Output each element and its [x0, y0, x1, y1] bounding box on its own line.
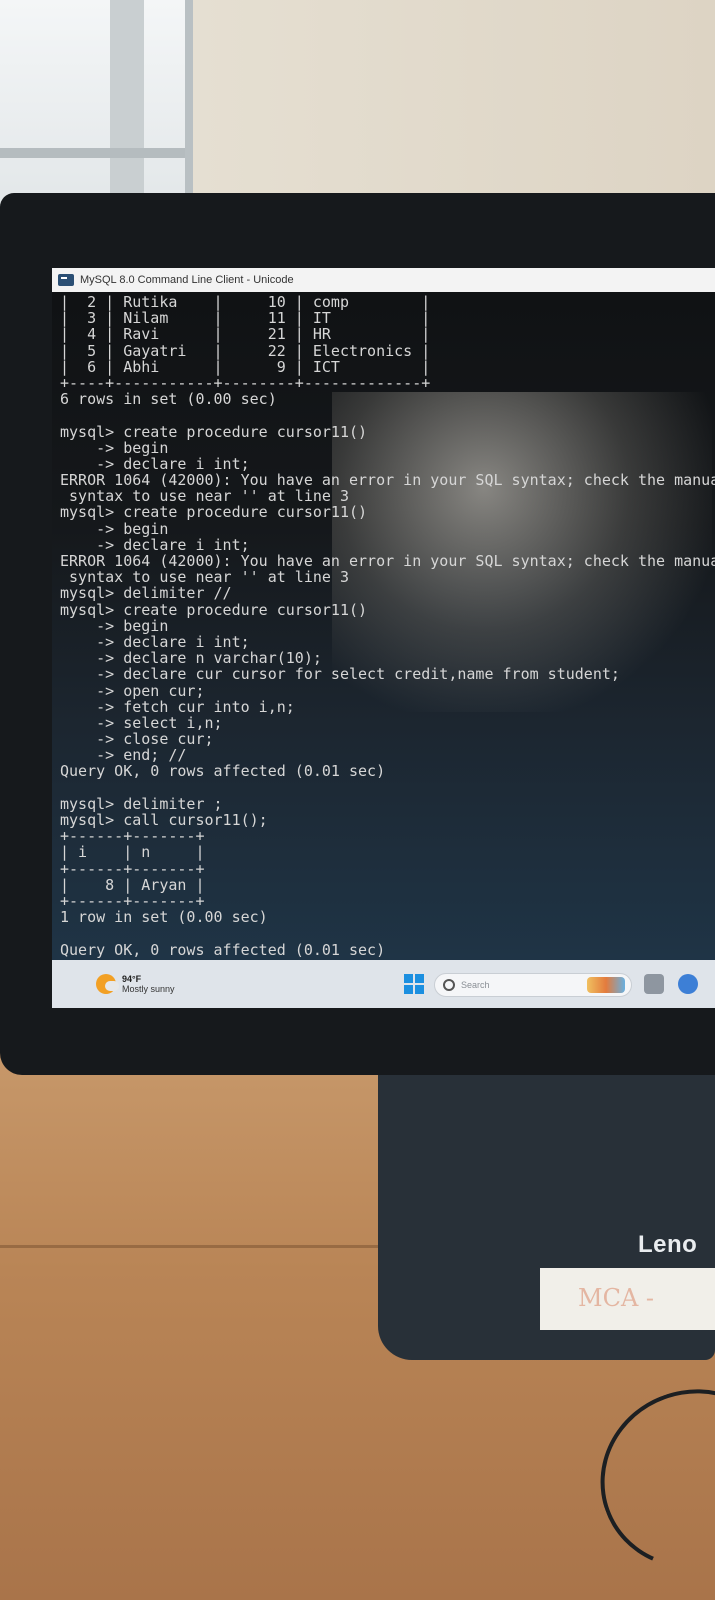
terminal-line: 1 row in set (0.00 sec) [60, 908, 268, 927]
terminal-line: mysql> delimiter // [60, 584, 232, 603]
terminal-line: Query OK, 0 rows affected (0.01 sec) [60, 940, 386, 959]
terminal-line: mysql> create procedure cursor11() [60, 600, 368, 619]
terminal-line: -> fetch cur into i,n; [60, 697, 295, 716]
terminal-line: -> select i,n; [60, 713, 223, 732]
window-title: MySQL 8.0 Command Line Client - Unicode [80, 274, 294, 286]
monitor-screen: MySQL 8.0 Command Line Client - Unicode … [52, 268, 715, 1008]
terminal-line: mysql> create procedure cursor11() [60, 503, 368, 522]
terminal-line: | 3 | Nilam | 11 | IT | [60, 309, 431, 328]
terminal-line: -> open cur; [60, 681, 205, 700]
search-highlight-art [587, 977, 625, 993]
weather-condition: Mostly sunny [122, 984, 175, 994]
chat-icon[interactable] [678, 974, 698, 994]
terminal-line: syntax to use near '' at line 3 [60, 487, 349, 506]
terminal-line: | 8 | Aryan | [60, 875, 205, 894]
terminal-console[interactable]: | 2 | Rutika | 10 | comp | | 3 | Nilam | … [52, 292, 715, 990]
terminal-line: Query OK, 0 rows affected (0.01 sec) [60, 762, 386, 781]
terminal-line: -> declare i int; [60, 632, 250, 651]
start-icon[interactable] [404, 974, 424, 994]
terminal-line: mysql> create procedure cursor11() [60, 422, 368, 441]
monitor-brand-logo: Leno [638, 1231, 698, 1258]
terminal-line: +----+-----------+--------+-------------… [60, 373, 431, 392]
terminal-line: -> declare cur cursor for select credit,… [60, 665, 620, 684]
terminal-line: mysql> call cursor11(); [60, 811, 268, 829]
terminal-line: -> begin [60, 616, 169, 635]
terminal-line: -> begin [60, 438, 169, 457]
terminal-line: +------+-------+ [60, 891, 205, 910]
terminal-output: | 2 | Rutika | 10 | comp | | 3 | Nilam | … [60, 294, 715, 990]
mysql-console-icon [58, 274, 74, 286]
weather-widget[interactable]: 94°F Mostly sunny [96, 974, 175, 994]
terminal-line: | 2 | Rutika | 10 | comp | [60, 293, 431, 311]
terminal-line: mysql> delimiter ; [60, 794, 223, 813]
terminal-line: | 6 | Abhi | 9 | ICT | [60, 357, 431, 376]
terminal-line: ERROR 1064 (42000): You have an error in… [60, 471, 715, 490]
terminal-line: -> end; // [60, 746, 187, 765]
taskbar: 94°F Mostly sunny Search [52, 960, 715, 1008]
terminal-line: -> declare n varchar(10); [60, 649, 322, 668]
terminal-line: ERROR 1064 (42000): You have an error in… [60, 552, 715, 570]
taskbar-search[interactable]: Search [434, 973, 632, 997]
room-window-bar [0, 148, 185, 158]
terminal-line: | 5 | Gayatri | 22 | Electronics | [60, 341, 431, 360]
file-explorer-icon[interactable] [644, 974, 664, 994]
terminal-line: +------+-------+ [60, 859, 205, 878]
search-placeholder: Search [461, 980, 490, 990]
terminal-line: syntax to use near '' at line 3 [60, 568, 349, 587]
terminal-line: | i | n | [60, 843, 205, 862]
terminal-line: -> declare i int; [60, 535, 250, 554]
weather-icon [96, 974, 119, 994]
search-icon [443, 979, 455, 991]
terminal-line: +------+-------+ [60, 827, 205, 846]
terminal-line: -> declare i int; [60, 454, 250, 473]
weather-temp: 94°F [122, 974, 142, 984]
terminal-line: | 4 | Ravi | 21 | HR | [60, 325, 431, 344]
terminal-line: -> begin [60, 519, 169, 538]
window-titlebar[interactable]: MySQL 8.0 Command Line Client - Unicode [52, 268, 715, 292]
terminal-line: -> close cur; [60, 730, 214, 749]
sticky-note: MCA - [540, 1268, 715, 1330]
terminal-line: 6 rows in set (0.00 sec) [60, 390, 277, 409]
